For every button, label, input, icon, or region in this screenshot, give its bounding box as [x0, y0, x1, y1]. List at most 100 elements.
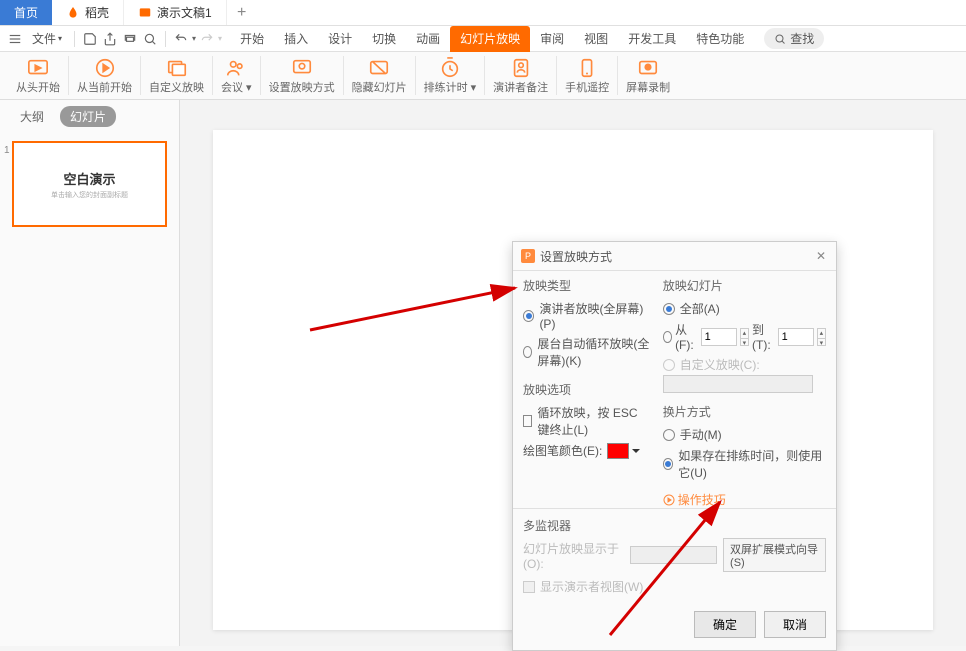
- flame-icon: [66, 6, 80, 20]
- tab-devtools[interactable]: 开发工具: [618, 26, 686, 52]
- tab-review[interactable]: 审阅: [530, 26, 574, 52]
- title-tabs: 首页 稻壳 演示文稿1 +: [0, 0, 966, 26]
- play-icon: [663, 494, 675, 506]
- ribbon-tabs: 开始 插入 设计 切换 动画 幻灯片放映 审阅 视图 开发工具 特色功能: [230, 26, 754, 52]
- radio-icon: [663, 359, 675, 371]
- input-to[interactable]: [778, 328, 814, 346]
- meeting-icon: [225, 56, 247, 79]
- tab-start[interactable]: 开始: [230, 26, 274, 52]
- setup-show-dialog: P 设置放映方式 ✕ 放映类型 演讲者放映(全屏幕)(P) 展台自动循环放映(全…: [512, 241, 837, 651]
- radio-kiosk[interactable]: 展台自动循环放映(全屏幕)(K): [523, 333, 653, 371]
- btn-remote[interactable]: 手机遥控: [557, 56, 618, 95]
- btn-from-start[interactable]: 从头开始: [8, 56, 69, 95]
- pen-color-picker[interactable]: [607, 443, 629, 459]
- spinner-from[interactable]: ▴▾: [740, 328, 749, 346]
- redo-icon[interactable]: [198, 30, 216, 48]
- checkbox-icon: [523, 581, 535, 593]
- tab-home[interactable]: 首页: [0, 0, 52, 25]
- spinner-to[interactable]: ▴▾: [817, 328, 826, 346]
- close-icon[interactable]: ✕: [814, 247, 828, 265]
- tab-view[interactable]: 视图: [574, 26, 618, 52]
- search-icon: [774, 33, 786, 45]
- undo-dropdown[interactable]: ▾: [192, 34, 196, 43]
- extend-wizard-button[interactable]: 双屏扩展模式向导(S): [723, 538, 826, 572]
- save-icon[interactable]: [81, 30, 99, 48]
- input-from[interactable]: [701, 328, 737, 346]
- cancel-button[interactable]: 取消: [764, 611, 826, 638]
- radio-speaker[interactable]: 演讲者放映(全屏幕)(P): [523, 298, 653, 333]
- undo-icon[interactable]: [172, 30, 190, 48]
- tab-animation[interactable]: 动画: [406, 26, 450, 52]
- btn-record[interactable]: 屏幕录制: [618, 56, 678, 95]
- print-icon[interactable]: [121, 30, 139, 48]
- btn-speaker-notes[interactable]: 演讲者备注: [485, 56, 557, 95]
- print-preview-icon[interactable]: [141, 30, 159, 48]
- tab-design[interactable]: 设计: [318, 26, 362, 52]
- slide-number: 1: [4, 145, 10, 156]
- dialog-title: 设置放映方式: [540, 248, 612, 265]
- btn-meeting[interactable]: 会议 ▾: [213, 56, 261, 95]
- checkbox-icon: [523, 415, 532, 427]
- dialog-titlebar[interactable]: P 设置放映方式 ✕: [513, 242, 836, 271]
- radio-icon: [663, 458, 674, 470]
- tab-slides-thumb[interactable]: 幻灯片: [60, 106, 116, 127]
- btn-rehearse[interactable]: 排练计时 ▾: [416, 56, 486, 95]
- presentation-icon: [138, 6, 152, 20]
- tab-insert[interactable]: 插入: [274, 26, 318, 52]
- label-show-options: 放映选项: [523, 381, 653, 398]
- radio-icon: [523, 310, 534, 322]
- tab-outline[interactable]: 大纲: [10, 106, 54, 127]
- tab-document[interactable]: 演示文稿1: [124, 0, 227, 25]
- radio-icon: [663, 303, 675, 315]
- monitor-select: [630, 546, 717, 564]
- search-button[interactable]: 查找: [764, 28, 824, 49]
- radio-all-slides[interactable]: 全部(A): [663, 298, 826, 319]
- radio-from-to[interactable]: 从(F): ▴▾ 到(T): ▴▾: [663, 319, 826, 354]
- slide-thumb-subtitle: 单击输入您的封面副标题: [51, 190, 128, 200]
- label-advance: 换片方式: [663, 403, 826, 420]
- slide-panel: 大纲 幻灯片 1 空白演示 单击输入您的封面副标题: [0, 100, 180, 646]
- tab-transition[interactable]: 切换: [362, 26, 406, 52]
- btn-from-current[interactable]: 从当前开始: [69, 56, 141, 95]
- dialog-app-icon: P: [521, 249, 535, 263]
- label-monitors: 多监视器: [523, 517, 826, 534]
- timer-icon: [439, 56, 461, 79]
- ribbon: 从头开始 从当前开始 自定义放映 会议 ▾ 设置放映方式 隐藏幻灯片 排练计时 …: [0, 52, 966, 100]
- radio-manual[interactable]: 手动(M): [663, 424, 826, 445]
- label-show-type: 放映类型: [523, 277, 653, 294]
- check-presenter-view: 显示演示者视图(W): [523, 576, 826, 597]
- radio-custom-show: 自定义放映(C):: [663, 354, 826, 375]
- tips-link[interactable]: 操作技巧: [663, 491, 826, 508]
- separator: [74, 31, 75, 47]
- tab-slideshow[interactable]: 幻灯片放映: [450, 26, 530, 52]
- btn-setup-show[interactable]: 设置放映方式: [261, 56, 344, 95]
- btn-hide-slide[interactable]: 隐藏幻灯片: [344, 56, 416, 95]
- label-show-slides: 放映幻灯片: [663, 277, 826, 294]
- ok-button[interactable]: 确定: [694, 611, 756, 638]
- play-from-start-icon: [27, 56, 49, 79]
- speaker-notes-icon: [510, 56, 532, 79]
- slide-thumb-title: 空白演示: [63, 169, 115, 188]
- menu-bar: 文件▾ ▾ ▾ 开始 插入 设计 切换 动画 幻灯片放映 审阅 视图 开发工具 …: [0, 26, 966, 52]
- slide-thumbnail-1[interactable]: 1 空白演示 单击输入您的封面副标题: [12, 141, 167, 227]
- btn-custom-show[interactable]: 自定义放映: [141, 56, 213, 95]
- check-loop[interactable]: 循环放映，按 ESC 键终止(L): [523, 402, 653, 440]
- play-current-icon: [94, 56, 116, 79]
- new-tab-button[interactable]: +: [227, 0, 257, 25]
- tab-daoke[interactable]: 稻壳: [52, 0, 124, 25]
- file-menu[interactable]: 文件▾: [26, 30, 68, 47]
- radio-timings[interactable]: 如果存在排练时间，则使用它(U): [663, 445, 826, 483]
- separator: [165, 31, 166, 47]
- tab-features[interactable]: 特色功能: [686, 26, 754, 52]
- custom-show-select: [663, 375, 813, 393]
- app-menu-icon[interactable]: [6, 30, 24, 48]
- radio-icon: [663, 331, 672, 343]
- radio-icon: [663, 429, 675, 441]
- radio-icon: [523, 346, 532, 358]
- hide-slide-icon: [368, 56, 390, 79]
- redo-dropdown[interactable]: ▾: [218, 34, 222, 43]
- phone-remote-icon: [576, 56, 598, 79]
- custom-show-icon: [166, 56, 188, 79]
- record-icon: [637, 56, 659, 79]
- share-icon[interactable]: [101, 30, 119, 48]
